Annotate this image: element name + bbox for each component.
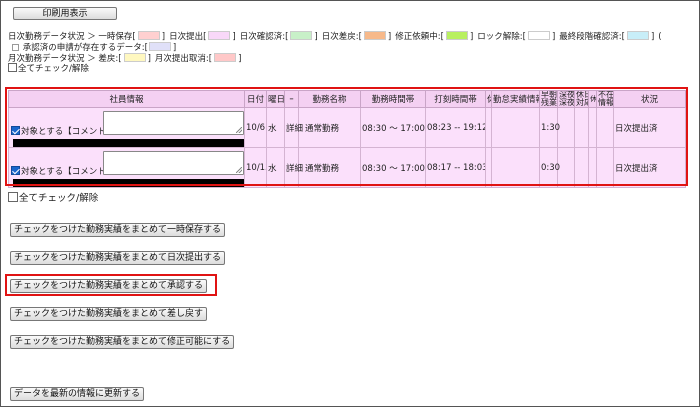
legend-item: 修正依頼中:[] xyxy=(395,31,473,43)
approved-request-label: 承認済の申請が存在するデータ:[ xyxy=(22,43,148,53)
toggle-all-top-checkbox[interactable] xyxy=(8,63,17,72)
legend-item: 日次提出[] xyxy=(169,31,236,43)
legend-bracket: ] xyxy=(161,32,166,42)
legend-bracket: ] xyxy=(469,32,474,42)
legend-item-label: 日次提出[ xyxy=(169,32,207,42)
legend-bracket: ] xyxy=(387,32,392,42)
legend-bracket: ] xyxy=(238,54,242,64)
legend-swatch xyxy=(626,31,649,40)
legend-item: ロック解除:[] xyxy=(477,31,555,43)
bulk-daily-submit-button[interactable]: チェックをつけた勤務実績をまとめて日次提出する xyxy=(10,251,226,265)
legend-item-label: 差戻:[ xyxy=(98,54,122,64)
legend-swatch xyxy=(445,31,468,40)
legend-swatch xyxy=(123,53,146,62)
legend-swatch xyxy=(214,53,237,62)
legend-tail: ( xyxy=(658,32,662,42)
legend-item: 月次提出取消:[] xyxy=(154,53,242,65)
legend-checkbox xyxy=(12,44,19,51)
legend-item-label: ロック解除:[ xyxy=(477,32,526,42)
legend-item-label: 最終段階確認済:[ xyxy=(559,32,625,42)
approve-highlight xyxy=(5,274,217,296)
legend-bracket: ] xyxy=(551,32,556,42)
toggle-all-bottom-label: 全てチェック/解除 xyxy=(19,193,99,204)
toggle-all-top-label: 全てチェック/解除 xyxy=(18,64,89,74)
toggle-all-bottom[interactable]: 全てチェック/解除 xyxy=(8,192,98,204)
print-view-button[interactable]: 印刷用表示 xyxy=(13,7,117,20)
legend-bracket: ] xyxy=(232,32,236,42)
bulk-temp-save-button[interactable]: チェックをつけた勤務実績をまとめて一時保存する xyxy=(10,223,226,237)
legend-item-label: 一時保存[ xyxy=(98,32,136,42)
legend-item-label: 修正依頼中:[ xyxy=(395,32,444,42)
refresh-data-button[interactable]: データを最新の情報に更新する xyxy=(10,387,145,401)
legend-swatch xyxy=(527,31,550,40)
legend-item-label: 日次差戻:[ xyxy=(321,32,362,42)
toggle-all-top[interactable]: 全てチェック/解除 xyxy=(8,63,89,75)
legend-bracket: ] xyxy=(314,32,318,42)
legend-swatch xyxy=(290,31,313,40)
legend-item: 日次差戻:[] xyxy=(321,31,392,43)
legend-item: 日次確認済:[] xyxy=(240,31,318,43)
approved-request-swatch xyxy=(148,42,171,51)
legend-item-label: 月次提出取消:[ xyxy=(154,54,213,64)
legend-item-label: 日次確認済:[ xyxy=(239,32,289,42)
legend-item: 差戻:[] xyxy=(98,53,151,65)
legend-swatch xyxy=(208,31,231,40)
legend-bracket: ] xyxy=(147,54,151,64)
bulk-allow-edit-button[interactable]: チェックをつけた勤務実績をまとめて修正可能にする xyxy=(10,335,235,349)
legend-item: 最終段階確認済:[] xyxy=(559,31,654,43)
legend-bracket: ] xyxy=(172,43,177,53)
bulk-send-back-button[interactable]: チェックをつけた勤務実績をまとめて差し戻す xyxy=(10,307,208,321)
toggle-all-bottom-checkbox[interactable] xyxy=(8,192,18,202)
legend-bracket: ] xyxy=(650,32,655,42)
legend-swatch xyxy=(137,31,160,40)
legend-swatch xyxy=(363,31,386,40)
table-highlight xyxy=(5,87,688,186)
daily-status-prefix: 日次勤務データ状況 ＞ xyxy=(8,32,96,42)
